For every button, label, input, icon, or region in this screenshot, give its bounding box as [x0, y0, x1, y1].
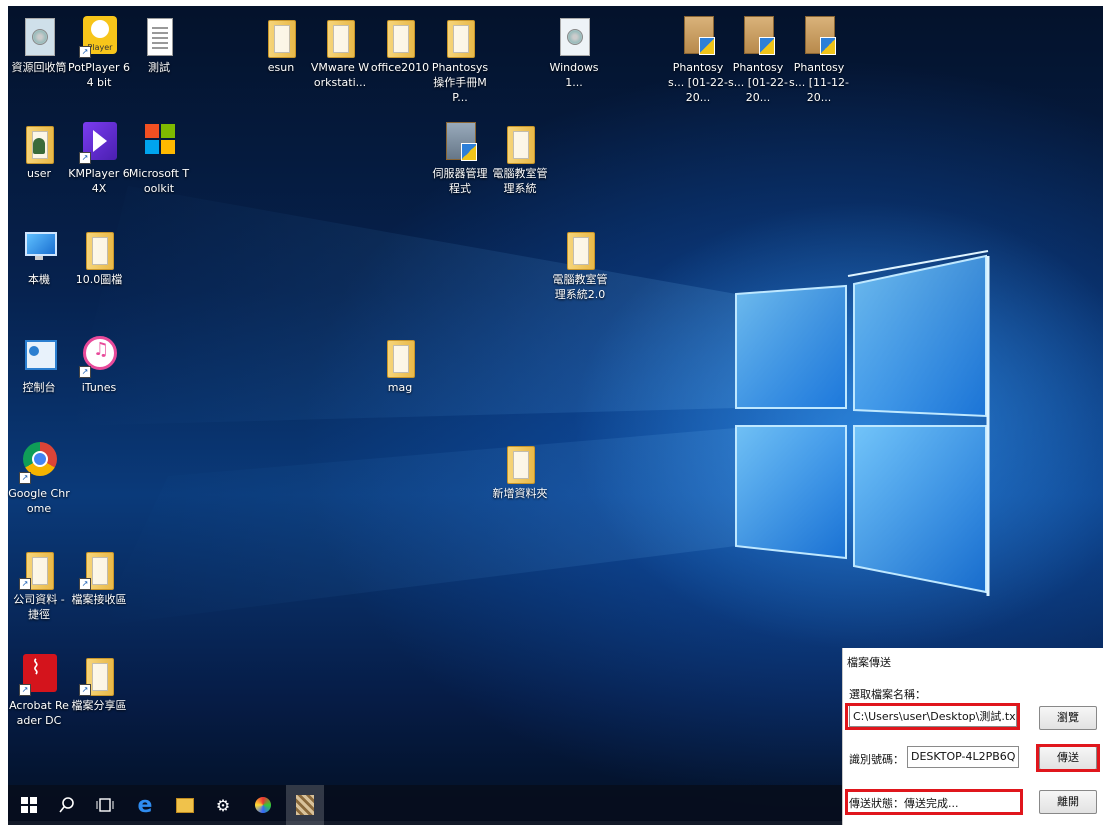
phantosys-installer-1-icon[interactable]: Phantosys... [01-22-20...: [666, 14, 730, 105]
browse-button[interactable]: 瀏覽: [1039, 706, 1097, 730]
path-highlight-box: [845, 703, 1020, 730]
google-chrome-icon[interactable]: ↗ Google Chrome: [7, 440, 71, 516]
acrobat-reader-icon[interactable]: ⌇ ↗ Acrobat Reader DC: [7, 652, 71, 728]
windows-iso-icon[interactable]: Windows1...: [542, 14, 606, 90]
kmplayer-icon[interactable]: ↗ KMPlayer 64X: [67, 120, 131, 196]
id-field[interactable]: DESKTOP-4L2PB6Q: [907, 746, 1019, 768]
test-document-icon[interactable]: 測試: [127, 14, 191, 75]
user-folder-icon[interactable]: user: [7, 120, 71, 181]
itunes-icon[interactable]: ♫ ↗ iTunes: [67, 334, 131, 395]
dialog-title: 檔案傳送: [847, 656, 891, 669]
select-file-label: 選取檔案名稱：: [849, 688, 926, 701]
edge-icon[interactable]: e: [126, 785, 164, 825]
mag-folder-icon[interactable]: mag: [368, 334, 432, 395]
settings-gear-icon[interactable]: ⚙: [204, 785, 242, 825]
phantosys-manual-folder-icon[interactable]: Phantosys操作手冊MP...: [428, 14, 492, 105]
taskbar: e ⚙: [8, 785, 842, 825]
file-explorer-icon[interactable]: [166, 785, 204, 825]
file-transfer-dialog: 檔案傳送 選取檔案名稱： C:\Users\user\Desktop\測試.tx…: [842, 648, 1103, 825]
file-share-folder-icon[interactable]: ↗ 檔案分享區: [67, 652, 131, 713]
paint-icon[interactable]: [244, 785, 282, 825]
classroom-management-2-folder-icon[interactable]: 電腦教室管理系統2.0: [548, 226, 612, 302]
windows-start-icon[interactable]: [10, 785, 48, 825]
classroom-management-folder-icon[interactable]: 電腦教室管理系統: [488, 120, 552, 196]
company-data-shortcut-icon[interactable]: ↗ 公司資料 - 捷徑: [7, 546, 71, 622]
vmware-folder-icon[interactable]: VMware Workstati...: [308, 14, 372, 90]
this-pc-icon[interactable]: 本機: [7, 226, 71, 287]
new-folder-icon[interactable]: 新增資料夾: [488, 440, 552, 501]
close-button[interactable]: 離開: [1039, 790, 1097, 814]
app-icon[interactable]: [286, 785, 324, 825]
task-view-icon[interactable]: [86, 785, 124, 825]
id-label: 識別號碼：: [849, 753, 904, 766]
send-highlight-box: [1036, 744, 1100, 772]
phantosys-installer-2-icon[interactable]: Phantosys... [01-22-20...: [726, 14, 790, 105]
search-icon[interactable]: [48, 785, 86, 825]
recycle-bin-icon[interactable]: 資源回收筒: [7, 14, 71, 75]
potplayer-icon[interactable]: Player ↗ PotPlayer 64 bit: [67, 14, 131, 90]
control-panel-icon[interactable]: 控制台: [7, 334, 71, 395]
phantosys-installer-3-icon[interactable]: Phantosys... [11-12-20...: [787, 14, 851, 105]
images-10-folder-icon[interactable]: 10.0圖檔: [67, 226, 131, 287]
esun-folder-icon[interactable]: esun: [249, 14, 313, 75]
office2010-folder-icon[interactable]: office2010: [368, 14, 432, 75]
file-receive-folder-icon[interactable]: ↗ 檔案接收區: [67, 546, 131, 607]
server-manager-icon[interactable]: 伺服器管理程式: [428, 120, 492, 196]
microsoft-toolkit-icon[interactable]: Microsoft Toolkit: [127, 120, 191, 196]
status-highlight-box: [845, 789, 1023, 815]
